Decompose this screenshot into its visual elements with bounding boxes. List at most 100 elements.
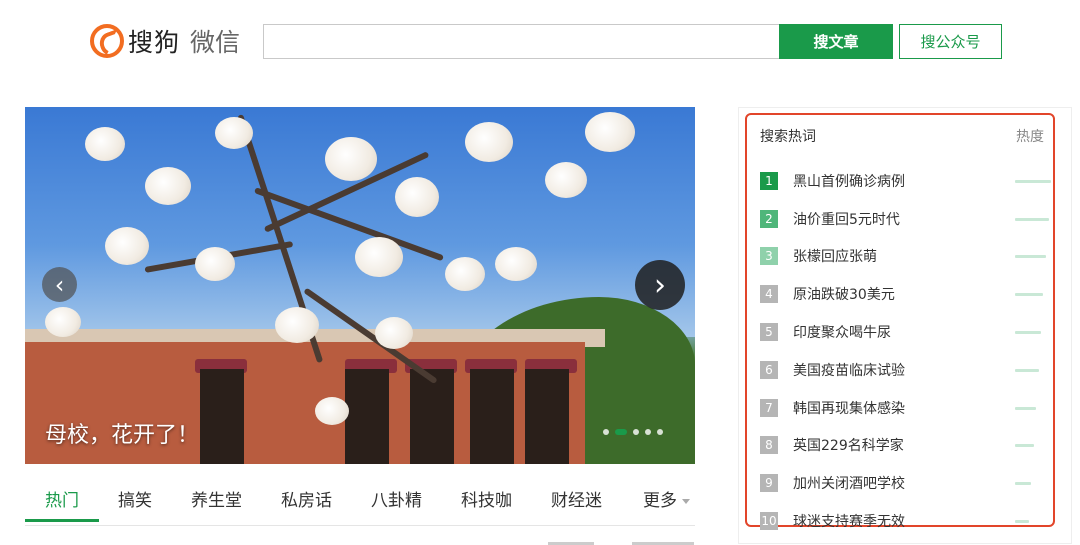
hot-word-rank: 5 xyxy=(760,323,778,342)
hot-word-rank: 1 xyxy=(760,171,778,190)
search-article-button[interactable]: 搜文章 xyxy=(779,24,893,59)
hot-words-list: 1 黑山首例确诊病例 2 油价重回5元时代 3 张檬回应张萌 4 原油跌破30美元 5 印度聚众喝… xyxy=(760,162,1052,540)
hot-word-item[interactable]: 2 油价重回5元时代 xyxy=(760,200,1052,238)
tab-item[interactable]: 更多 xyxy=(643,476,690,521)
magnolia-blossom xyxy=(195,247,235,281)
hot-word-item[interactable]: 3 张檬回应张萌 xyxy=(760,238,1052,276)
hot-word-text[interactable]: 张檬回应张萌 xyxy=(793,246,877,266)
magnolia-blossom xyxy=(375,317,413,349)
hot-word-heat-bar xyxy=(1015,368,1039,372)
hot-word-heat-bar xyxy=(1015,406,1036,410)
banner-window xyxy=(345,369,389,464)
hot-word-text[interactable]: 黑山首例确诊病例 xyxy=(793,171,905,191)
hot-word-rank: 2 xyxy=(760,209,778,228)
hot-word-text[interactable]: 美国疫苗临床试验 xyxy=(793,360,905,380)
hot-word-item[interactable]: 6 美国疫苗临床试验 xyxy=(760,351,1052,389)
hot-words-header: 搜索热词 热度 xyxy=(760,126,1044,146)
magnolia-blossom xyxy=(275,307,319,343)
hot-word-item[interactable]: 1 黑山首例确诊病例 xyxy=(760,162,1052,200)
magnolia-blossom xyxy=(395,177,439,217)
hot-word-rank: 3 xyxy=(760,247,778,266)
hot-word-item[interactable]: 8 英国229名科学家 xyxy=(760,427,1052,465)
banner-window xyxy=(470,369,514,464)
category-tabs: 热门 搞笑 养生堂 私房话 八卦精 科技咖 财经迷 更多 xyxy=(25,476,695,526)
hot-word-heat-bar xyxy=(1015,520,1029,524)
tab-item[interactable]: 热门 xyxy=(25,476,99,522)
tab-label: 八卦精 xyxy=(371,491,422,511)
carousel-next-button[interactable]: › xyxy=(635,260,685,310)
magnolia-blossom xyxy=(325,137,377,181)
hot-word-item[interactable]: 10 球迷支持赛季无效 xyxy=(760,502,1052,540)
hot-word-item[interactable]: 4 原油跌破30美元 xyxy=(760,275,1052,313)
tab-item[interactable]: 养生堂 xyxy=(191,476,242,521)
hot-word-item[interactable]: 5 印度聚众喝牛尿 xyxy=(760,313,1052,351)
magnolia-blossom xyxy=(355,237,403,277)
carousel-prev-button[interactable]: ‹ xyxy=(42,267,77,302)
search-account-button[interactable]: 搜公众号 xyxy=(899,24,1002,59)
carousel-dots xyxy=(603,429,663,435)
hot-words-title: 搜索热词 xyxy=(760,129,816,145)
magnolia-blossom xyxy=(85,127,125,161)
chevron-left-icon: ‹ xyxy=(54,270,65,299)
banner-caption[interactable]: 母校，花开了！ xyxy=(45,417,199,449)
caret-down-icon xyxy=(682,498,690,504)
hot-word-rank: 8 xyxy=(760,436,778,455)
carousel-dot[interactable] xyxy=(645,429,651,435)
carousel-dot[interactable] xyxy=(603,429,609,435)
hot-word-rank: 10 xyxy=(760,512,778,531)
magnolia-blossom xyxy=(145,167,191,205)
tab-label: 私房话 xyxy=(281,491,332,511)
carousel-dot[interactable] xyxy=(615,429,627,435)
hot-word-heat-bar xyxy=(1015,179,1051,183)
carousel-dot[interactable] xyxy=(657,429,663,435)
hot-word-heat-bar xyxy=(1015,331,1041,335)
tab-label: 科技咖 xyxy=(461,491,512,511)
tab-item[interactable]: 搞笑 xyxy=(118,476,152,521)
search-input[interactable] xyxy=(263,24,779,59)
hot-word-heat-bar xyxy=(1015,444,1034,448)
logo-brand: 搜狗 xyxy=(128,28,181,57)
hot-word-text[interactable]: 加州关闭酒吧学校 xyxy=(793,473,905,493)
hot-word-text[interactable]: 印度聚众喝牛尿 xyxy=(793,322,891,342)
hot-word-rank: 4 xyxy=(760,285,778,304)
hot-word-text[interactable]: 韩国再现集体感染 xyxy=(793,398,905,418)
magnolia-blossom xyxy=(495,247,537,281)
tab-label: 养生堂 xyxy=(191,491,242,511)
hot-words-heat-label: 热度 xyxy=(1016,129,1044,145)
tab-item[interactable]: 财经迷 xyxy=(551,476,602,521)
tab-label: 热门 xyxy=(45,491,79,511)
hot-word-heat-bar xyxy=(1015,293,1043,297)
hot-word-text[interactable]: 原油跌破30美元 xyxy=(793,284,895,304)
hot-word-rank: 9 xyxy=(760,474,778,493)
magnolia-blossom xyxy=(315,397,349,425)
magnolia-blossom xyxy=(545,162,587,198)
hot-word-item[interactable]: 7 韩国再现集体感染 xyxy=(760,389,1052,427)
hot-word-text[interactable]: 油价重回5元时代 xyxy=(793,209,900,229)
banner-window xyxy=(200,369,244,464)
hot-word-heat-bar xyxy=(1015,482,1031,486)
banner-carousel[interactable]: 母校，花开了！ ‹ › xyxy=(25,107,695,464)
tab-item[interactable]: 私房话 xyxy=(281,476,332,521)
magnolia-blossom xyxy=(445,257,485,291)
magnolia-blossom xyxy=(215,117,253,149)
tab-item[interactable]: 八卦精 xyxy=(371,476,422,521)
magnolia-blossom xyxy=(45,307,81,337)
hot-word-rank: 6 xyxy=(760,360,778,379)
tab-label: 更多 xyxy=(643,491,677,511)
magnolia-blossom xyxy=(465,122,513,162)
tab-item[interactable]: 科技咖 xyxy=(461,476,512,521)
logo-product: 微信 xyxy=(190,28,241,57)
sogou-logo[interactable]: 搜狗 微信 xyxy=(90,22,240,60)
magnolia-blossom xyxy=(105,227,149,265)
hot-word-heat-bar xyxy=(1015,255,1046,259)
hot-word-rank: 7 xyxy=(760,398,778,417)
magnolia-blossom xyxy=(585,112,635,152)
hot-word-text[interactable]: 英国229名科学家 xyxy=(793,435,904,455)
hot-word-item[interactable]: 9 加州关闭酒吧学校 xyxy=(760,464,1052,502)
hot-word-heat-bar xyxy=(1015,217,1049,221)
tab-label: 财经迷 xyxy=(551,491,602,511)
tab-label: 搞笑 xyxy=(118,491,152,511)
carousel-dot[interactable] xyxy=(633,429,639,435)
hot-word-text[interactable]: 球迷支持赛季无效 xyxy=(793,511,905,531)
banner-window xyxy=(525,369,569,464)
